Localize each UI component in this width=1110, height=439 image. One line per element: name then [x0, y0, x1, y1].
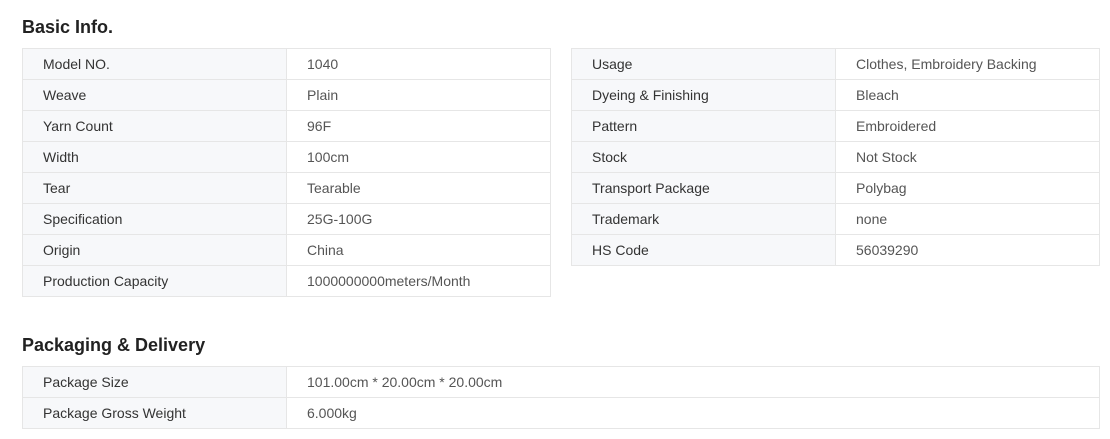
spec-label: Package Size: [22, 366, 287, 398]
spec-label: Width: [22, 141, 287, 173]
spec-row-hs-code: HS Code 56039290: [571, 234, 1100, 266]
spec-label: Production Capacity: [22, 265, 287, 297]
spec-label: Specification: [22, 203, 287, 235]
spec-row-yarn-count: Yarn Count 96F: [22, 110, 551, 142]
packaging-delivery-title: Packaging & Delivery: [22, 335, 206, 355]
packaging-table: Package Size 101.00cm * 20.00cm * 20.00c…: [22, 366, 1100, 429]
spec-row-trademark: Trademark none: [571, 203, 1100, 235]
spec-label: Dyeing & Finishing: [571, 79, 836, 111]
basic-info-table-left: Model NO. 1040 Weave Plain Yarn Count 96…: [22, 48, 551, 297]
spec-label: Transport Package: [571, 172, 836, 204]
spec-value: 101.00cm * 20.00cm * 20.00cm: [286, 366, 1100, 398]
spec-label: Weave: [22, 79, 287, 111]
spec-label: HS Code: [571, 234, 836, 266]
spec-value: 96F: [286, 110, 551, 142]
spec-value: 56039290: [835, 234, 1100, 266]
spec-value: Tearable: [286, 172, 551, 204]
spec-value: 1040: [286, 48, 551, 80]
spec-value: none: [835, 203, 1100, 235]
spec-label: Tear: [22, 172, 287, 204]
spec-row-package-gross-weight: Package Gross Weight 6.000kg: [22, 397, 1100, 429]
spec-value: Not Stock: [835, 141, 1100, 173]
spec-label: Usage: [571, 48, 836, 80]
spec-row-dyeing-finishing: Dyeing & Finishing Bleach: [571, 79, 1100, 111]
spec-value: 1000000000meters/Month: [286, 265, 551, 297]
spec-value: 100cm: [286, 141, 551, 173]
basic-info-title: Basic Info.: [22, 17, 114, 37]
spec-row-tear: Tear Tearable: [22, 172, 551, 204]
basic-info-table-right: Usage Clothes, Embroidery Backing Dyeing…: [571, 48, 1100, 266]
spec-label: Trademark: [571, 203, 836, 235]
spec-value: China: [286, 234, 551, 266]
spec-label: Origin: [22, 234, 287, 266]
spec-label: Pattern: [571, 110, 836, 142]
spec-row-weave: Weave Plain: [22, 79, 551, 111]
spec-row-stock: Stock Not Stock: [571, 141, 1100, 173]
spec-row-specification: Specification 25G-100G: [22, 203, 551, 235]
spec-row-width: Width 100cm: [22, 141, 551, 173]
spec-label: Model NO.: [22, 48, 287, 80]
spec-value: Bleach: [835, 79, 1100, 111]
spec-row-package-size: Package Size 101.00cm * 20.00cm * 20.00c…: [22, 366, 1100, 398]
spec-row-transport-package: Transport Package Polybag: [571, 172, 1100, 204]
spec-row-usage: Usage Clothes, Embroidery Backing: [571, 48, 1100, 80]
spec-value: Polybag: [835, 172, 1100, 204]
spec-label: Yarn Count: [22, 110, 287, 142]
spec-value: Embroidered: [835, 110, 1100, 142]
spec-value: 25G-100G: [286, 203, 551, 235]
spec-value: Plain: [286, 79, 551, 111]
spec-value: Clothes, Embroidery Backing: [835, 48, 1100, 80]
spec-row-pattern: Pattern Embroidered: [571, 110, 1100, 142]
spec-row-model-no: Model NO. 1040: [22, 48, 551, 80]
spec-row-origin: Origin China: [22, 234, 551, 266]
spec-value: 6.000kg: [286, 397, 1100, 429]
spec-label: Package Gross Weight: [22, 397, 287, 429]
spec-row-production-capacity: Production Capacity 1000000000meters/Mon…: [22, 265, 551, 297]
spec-label: Stock: [571, 141, 836, 173]
